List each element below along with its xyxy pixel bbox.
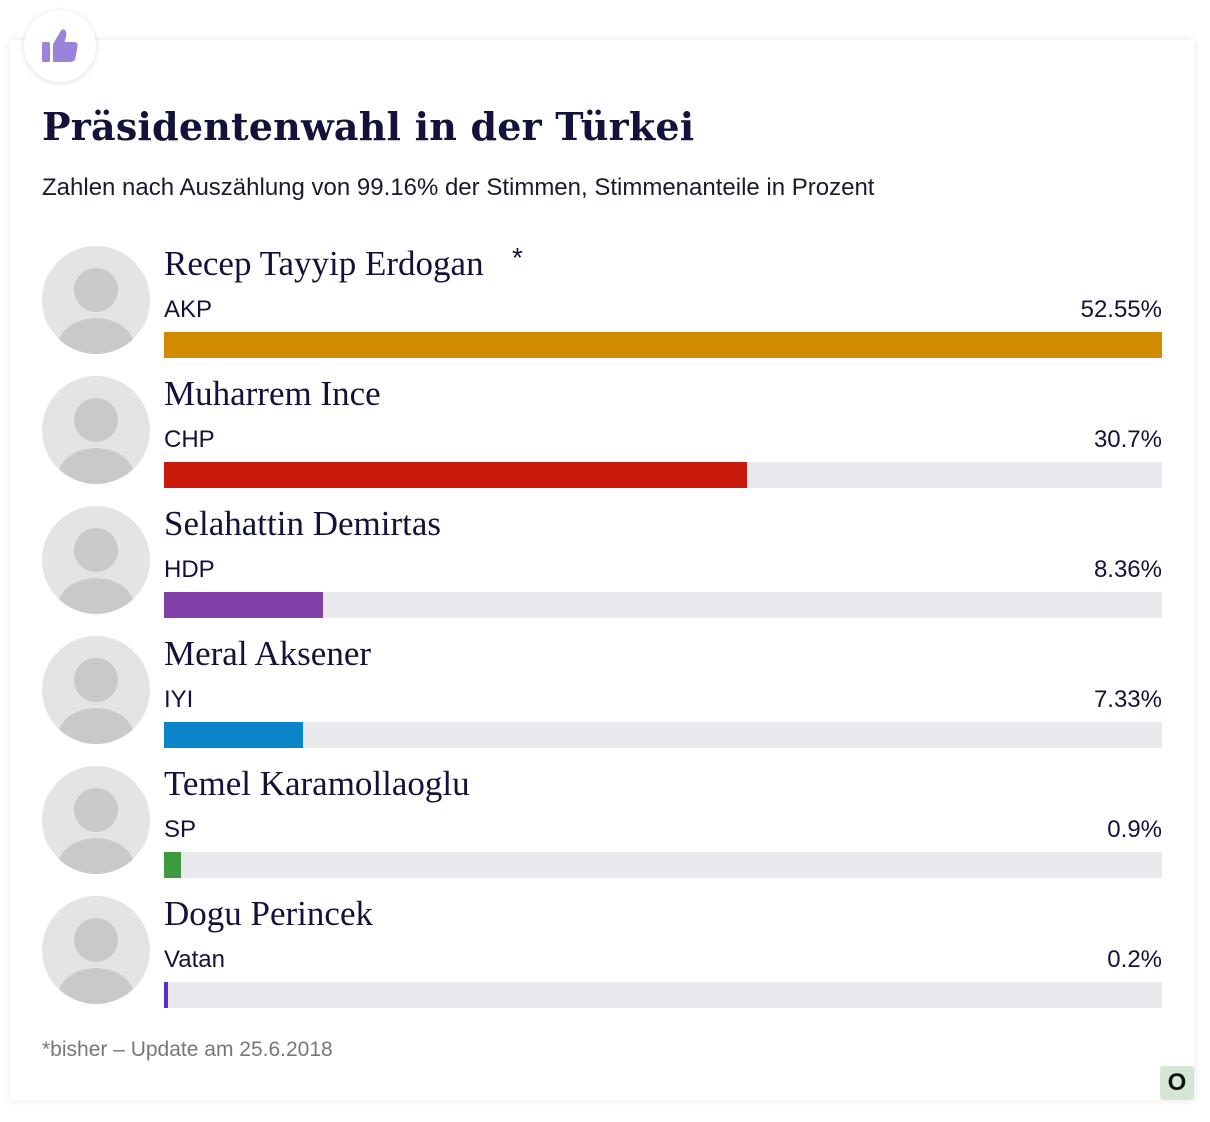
bar-track (164, 462, 1162, 488)
party-label: CHP (164, 426, 215, 453)
percentage-label: 52.55% (1080, 296, 1162, 323)
thumbs-up-icon (42, 29, 78, 62)
candidate-photo (42, 766, 150, 874)
percentage-label: 0.9% (1107, 816, 1162, 843)
bar-track (164, 982, 1162, 1008)
candidate-row: Muharrem Ince CHP 30.7% (0, 374, 1210, 494)
party-label: SP (164, 816, 197, 843)
candidate-row: Temel Karamollaoglu SP 0.9% (0, 764, 1210, 884)
percentage-label: 30.7% (1093, 426, 1162, 453)
candidate-photo (42, 376, 150, 484)
party-label: Vatan (164, 946, 225, 973)
like-badge[interactable] (24, 10, 96, 82)
percentage-label: 8.36% (1093, 556, 1162, 583)
person-silhouette-icon (56, 268, 136, 354)
person-silhouette-icon (56, 658, 136, 744)
candidate-photo (42, 636, 150, 744)
party-label: IYI (164, 686, 194, 713)
candidate-name: Meral Aksener (164, 634, 372, 673)
candidate-name: Selahattin Demirtas (164, 504, 442, 543)
bar-track (164, 852, 1162, 878)
party-label: AKP (164, 296, 213, 323)
footnote: *bisher – Update am 25.6.2018 (42, 1038, 333, 1061)
candidate-photo (42, 896, 150, 1004)
person-silhouette-icon (56, 528, 136, 614)
chart-subtitle: Zahlen nach Auszählung von 99.16% der St… (42, 174, 875, 201)
candidate-name: Temel Karamollaoglu (164, 764, 470, 803)
chart-title: Präsidentenwahl in der Türkei (42, 104, 695, 149)
person-silhouette-icon (56, 788, 136, 874)
candidate-name: Recep Tayyip Erdogan (164, 244, 484, 283)
candidate-name: Dogu Perincek (164, 894, 373, 933)
person-silhouette-icon (56, 918, 136, 1004)
bar (164, 852, 182, 878)
candidate-name: Muharrem Ince (164, 374, 381, 413)
party-label: HDP (164, 556, 215, 583)
candidate-photo (42, 246, 150, 354)
percentage-label: 0.2% (1107, 946, 1162, 973)
percentage-label: 7.33% (1093, 686, 1162, 713)
bar-track (164, 332, 1162, 358)
candidate-photo (42, 506, 150, 614)
candidate-row: Recep Tayyip Erdogan * AKP 52.55% (0, 242, 1210, 364)
candidate-row: Meral Aksener IYI 7.33% (0, 634, 1210, 754)
candidate-row: Dogu Perincek Vatan 0.2% (0, 894, 1210, 1014)
candidate-row: Selahattin Demirtas HDP 8.36% (0, 504, 1210, 624)
bar-track (164, 592, 1162, 618)
bar (164, 982, 168, 1008)
bar (164, 592, 323, 618)
person-silhouette-icon (56, 398, 136, 484)
bar (164, 462, 748, 488)
bar-track (164, 722, 1162, 748)
interim-marker: * (512, 242, 523, 273)
bar (164, 722, 304, 748)
bar (164, 332, 1162, 358)
publisher-logo: O (1160, 1066, 1194, 1100)
